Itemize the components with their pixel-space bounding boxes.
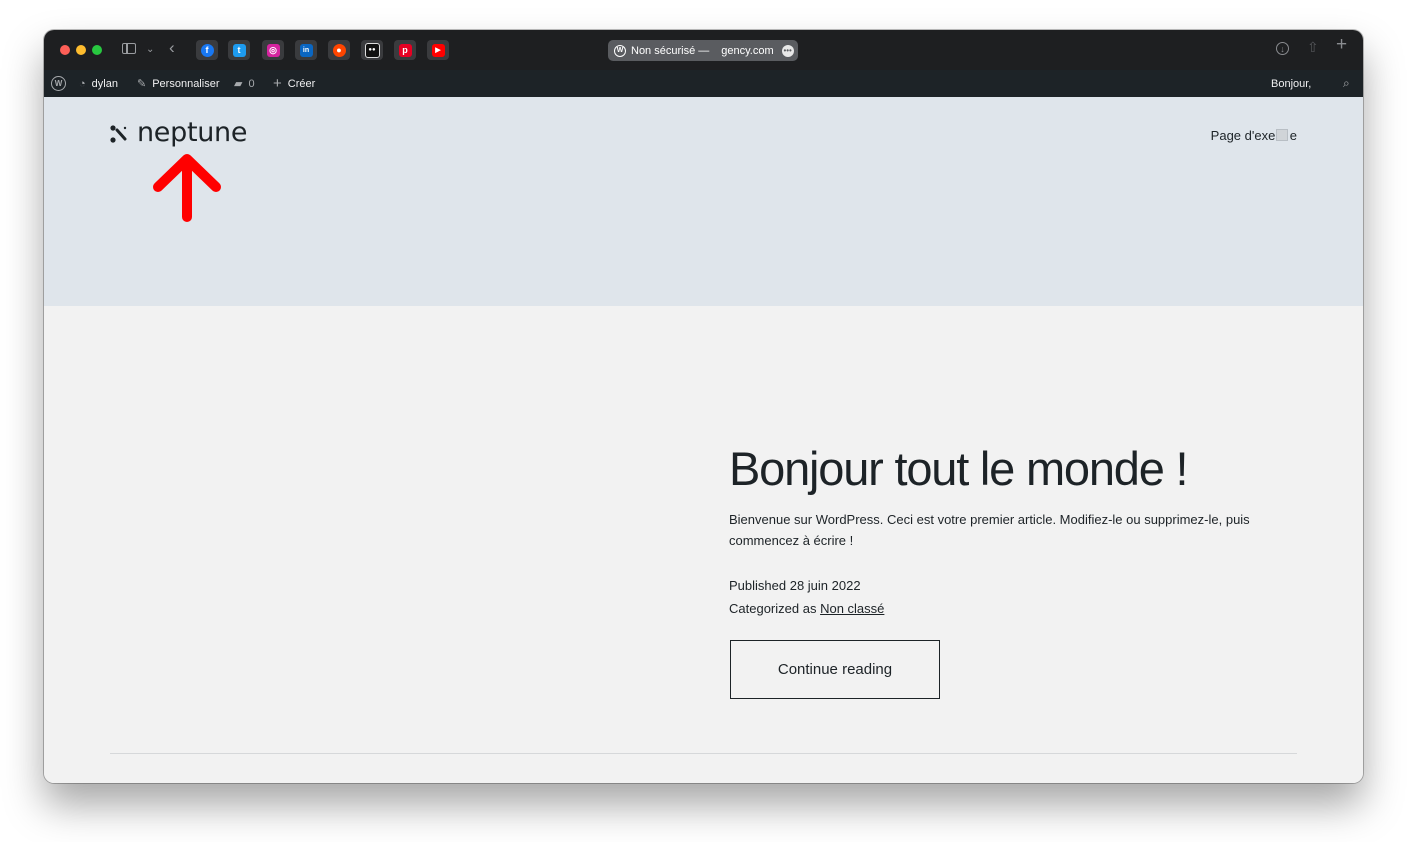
youtube-icon: ▶ (431, 43, 445, 57)
divider (110, 753, 1297, 754)
sidebar-toggle-icon[interactable] (122, 43, 136, 54)
reddit-icon: ● (332, 43, 346, 57)
post-published-date: Published 28 juin 2022 (729, 578, 861, 593)
linkedin-icon: in (299, 43, 313, 57)
adminbar-comments-count: 0 (248, 77, 255, 90)
instagram-icon: ◎ (266, 43, 280, 57)
address-bar[interactable]: W Non sécurisé — gency.com ••• (608, 40, 798, 61)
neptune-logo-icon (110, 125, 127, 143)
favorite-medium-button[interactable]: ●● (361, 40, 383, 60)
post-meta: Published 28 juin 2022 Categorized as No… (729, 574, 884, 620)
minimize-window-button[interactable] (76, 45, 86, 55)
site-header: neptune Page d'exem e (44, 97, 1363, 306)
pinterest-icon: p (398, 43, 412, 57)
favorite-linkedin-button[interactable]: in (295, 40, 317, 60)
brush-icon: ✎ (137, 78, 147, 90)
plus-icon: + (273, 75, 282, 92)
avatar (1276, 129, 1288, 141)
comment-icon: ▰ (234, 78, 243, 90)
post-title[interactable]: Bonjour tout le monde ! (729, 441, 1189, 496)
download-icon[interactable]: ↓ (1276, 42, 1289, 55)
twitter-icon: t (232, 43, 246, 57)
favorite-twitter-button[interactable]: t (228, 40, 250, 60)
share-icon[interactable]: ⇧ (1307, 40, 1319, 54)
address-security-label: Non sécurisé — (631, 44, 710, 57)
wp-admin-bar: W ◔ dylan ✎ Personnaliser ▰ 0 + Créer Bo… (44, 70, 1363, 97)
favorite-facebook-button[interactable]: f (196, 40, 218, 60)
post-excerpt: Bienvenue sur WordPress. Ceci est votre … (729, 512, 1250, 548)
red-up-arrow-icon (153, 154, 221, 222)
adminbar-greeting: Bonjour, (1271, 77, 1312, 90)
wordpress-favicon-icon: W (614, 44, 626, 57)
wordpress-logo-icon[interactable]: W (51, 76, 66, 91)
continue-reading-button[interactable]: Continue reading (730, 640, 940, 699)
site-logo-text[interactable]: neptune (137, 117, 247, 148)
search-icon[interactable]: ⌕ (1343, 70, 1350, 97)
favorite-instagram-button[interactable]: ◎ (262, 40, 284, 60)
adminbar-new-label: Créer (287, 77, 316, 90)
main-content: Bonjour tout le monde ! Bienvenue sur Wo… (44, 306, 1363, 783)
favorite-youtube-button[interactable]: ▶ (427, 40, 449, 60)
address-domain: gency.com (721, 44, 774, 57)
zoom-window-button[interactable] (92, 45, 102, 55)
adminbar-comments-link[interactable]: ▰ 0 (234, 70, 255, 97)
facebook-icon: f (200, 43, 214, 57)
adminbar-account-link[interactable]: Bonjour, (1271, 70, 1311, 97)
post-categories-prefix: Categorized as (729, 601, 817, 616)
adminbar-customize-label: Personnaliser (152, 77, 220, 90)
post-categories: Categorized as Non classé (729, 597, 884, 620)
browser-window: ⌄ ‹ f t ◎ in ● ●● p ▶ W Non sécurisé — g… (44, 30, 1363, 783)
browser-toolbar: ⌄ ‹ f t ◎ in ● ●● p ▶ W Non sécurisé — g… (44, 30, 1363, 70)
dashboard-icon: ◔ (79, 77, 86, 90)
medium-icon: ●● (364, 42, 380, 58)
adminbar-site-link[interactable]: ◔ dylan (79, 70, 118, 97)
post-category-link[interactable]: Non classé (820, 601, 884, 616)
favorite-reddit-button[interactable]: ● (328, 40, 350, 60)
chevron-down-icon[interactable]: ⌄ (146, 43, 154, 57)
new-tab-icon[interactable]: + (1336, 35, 1347, 54)
back-arrow-icon[interactable]: ‹ (169, 39, 175, 56)
adminbar-site-name: dylan (91, 77, 118, 90)
favorite-pinterest-button[interactable]: p (394, 40, 416, 60)
adminbar-customize-link[interactable]: ✎ Personnaliser (137, 70, 219, 97)
more-options-icon[interactable]: ••• (781, 44, 794, 57)
adminbar-new-link[interactable]: + Créer (273, 70, 315, 97)
close-window-button[interactable] (60, 45, 70, 55)
